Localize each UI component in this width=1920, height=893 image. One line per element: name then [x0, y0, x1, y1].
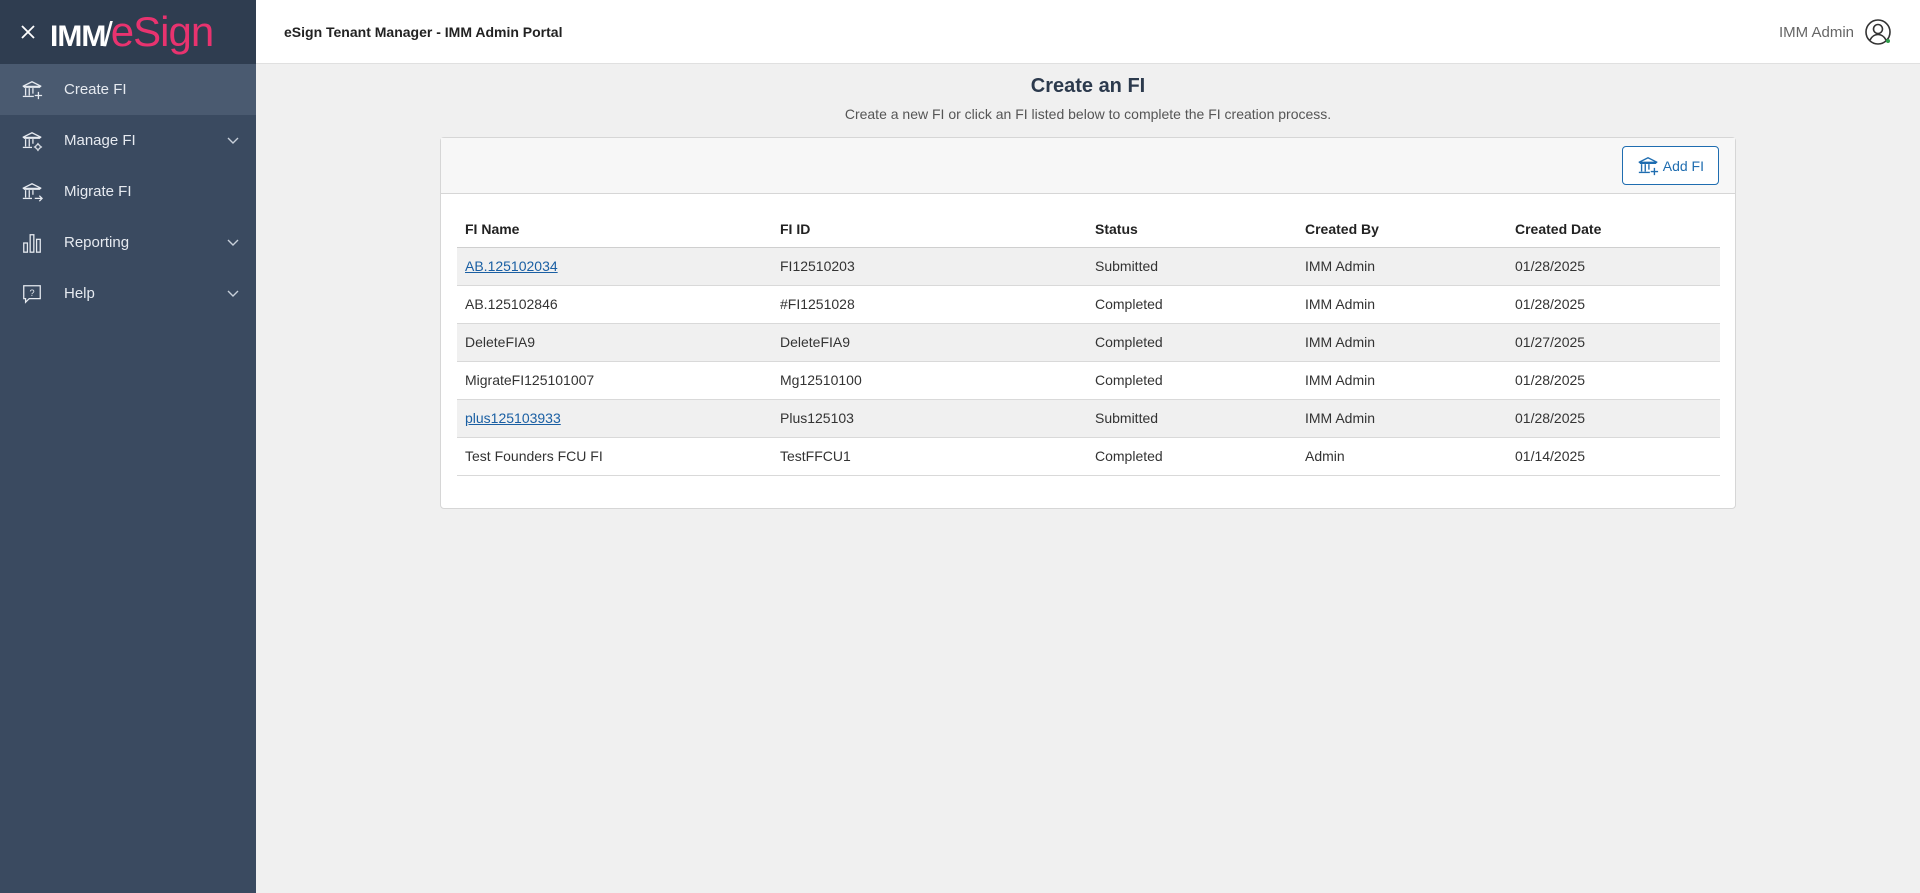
sidebar-item-label: Migrate FI [64, 183, 132, 200]
sidebar-item-label: Reporting [64, 234, 130, 251]
cell-created-by: IMM Admin [1297, 247, 1507, 286]
sidebar-item-label: Manage FI [64, 132, 136, 149]
logo: IMM / eSign [50, 8, 214, 56]
cell-created-by: IMM Admin [1297, 323, 1507, 362]
sidebar-item-reporting[interactable]: Reporting [0, 217, 256, 268]
main-content: Create an FI Create a new FI or click an… [256, 65, 1920, 893]
page-title: Create an FI [1030, 75, 1146, 97]
logo-esign: eSign [110, 8, 214, 55]
table-row[interactable]: AB.125102846 #FI1251028 Completed IMM Ad… [457, 285, 1720, 324]
fi-name-link[interactable]: AB.125102034 [465, 258, 558, 274]
cell-created-date: 01/28/2025 [1507, 247, 1720, 286]
sidebar-item-manage-fi[interactable]: Manage FI [0, 115, 256, 166]
cell-fi-id: Mg12510100 [772, 361, 1087, 400]
bank-add-icon [20, 78, 44, 102]
cell-fi-name: AB.125102846 [457, 285, 772, 324]
cell-created-date: 01/28/2025 [1507, 285, 1720, 324]
cell-created-date: 01/28/2025 [1507, 399, 1720, 438]
cell-created-by: IMM Admin [1297, 285, 1507, 324]
add-fi-button[interactable]: Add FI [1621, 146, 1719, 185]
bar-chart-icon [20, 231, 44, 255]
sidebar-item-label: Create FI [64, 81, 127, 98]
bank-migrate-icon [20, 180, 44, 204]
bank-settings-icon [20, 129, 44, 153]
app-title: eSign Tenant Manager - IMM Admin Portal [284, 23, 563, 40]
sidebar-item-create-fi[interactable]: Create FI [0, 64, 256, 115]
cell-fi-id: TestFFCU1 [772, 437, 1087, 476]
cell-created-by: IMM Admin [1297, 361, 1507, 400]
cell-status: Completed [1087, 437, 1297, 476]
bank-add-icon [1637, 155, 1659, 177]
cell-fi-id: #FI1251028 [772, 285, 1087, 324]
cell-fi-id: FI12510203 [772, 247, 1087, 286]
column-header-fi-name[interactable]: FI Name [457, 212, 772, 248]
column-header-created-by[interactable]: Created By [1297, 212, 1507, 248]
cell-status: Submitted [1087, 247, 1297, 286]
logo-imm: IMM [50, 20, 106, 53]
cell-created-by: Admin [1297, 437, 1507, 476]
cell-fi-name[interactable]: AB.125102034 [457, 247, 772, 286]
cell-fi-name: MigrateFI125101007 [457, 361, 772, 400]
sidebar-item-migrate-fi[interactable]: Migrate FI [0, 166, 256, 217]
card-toolbar: Add FI [441, 138, 1735, 194]
table-row[interactable]: AB.125102034 FI12510203 Submitted IMM Ad… [457, 247, 1720, 286]
cell-created-date: 01/27/2025 [1507, 323, 1720, 362]
cell-status: Completed [1087, 323, 1297, 362]
cell-status: Completed [1087, 361, 1297, 400]
sidebar-header: IMM / eSign [0, 0, 256, 64]
cell-status: Submitted [1087, 399, 1297, 438]
cell-fi-name: Test Founders FCU FI [457, 437, 772, 476]
top-bar: eSign Tenant Manager - IMM Admin Portal … [256, 0, 1920, 64]
close-icon [21, 25, 35, 39]
cell-created-date: 01/14/2025 [1507, 437, 1720, 476]
cell-status: Completed [1087, 285, 1297, 324]
column-header-created-date[interactable]: Created Date [1507, 212, 1720, 248]
table-row[interactable]: Test Founders FCU FI TestFFCU1 Completed… [457, 437, 1720, 476]
fi-name-link[interactable]: plus125103933 [465, 410, 561, 426]
table-row[interactable]: DeleteFIA9 DeleteFIA9 Completed IMM Admi… [457, 323, 1720, 362]
fi-list-card: Add FI FI Name FI ID Status Created By C… [440, 137, 1736, 509]
fi-table: FI Name FI ID Status Created By Created … [457, 212, 1720, 476]
cell-fi-id: DeleteFIA9 [772, 323, 1087, 362]
chevron-down-icon [227, 290, 239, 297]
table-header-row: FI Name FI ID Status Created By Created … [457, 212, 1720, 248]
sidebar-item-help[interactable]: ? Help [0, 268, 256, 319]
table-row[interactable]: MigrateFI125101007 Mg12510100 Completed … [457, 361, 1720, 400]
user-name: IMM Admin [1778, 23, 1854, 41]
column-header-status[interactable]: Status [1087, 212, 1297, 248]
column-header-fi-id[interactable]: FI ID [772, 212, 1087, 248]
svg-text:?: ? [29, 287, 34, 297]
user-menu[interactable]: IMM Admin [1779, 18, 1892, 46]
sidebar-item-label: Help [64, 285, 95, 302]
page-subtitle: Create a new FI or click an FI listed be… [844, 106, 1332, 122]
cell-fi-id: Plus125103 [772, 399, 1087, 438]
cell-fi-name: DeleteFIA9 [457, 323, 772, 362]
table-row[interactable]: plus125103933 Plus125103 Submitted IMM A… [457, 399, 1720, 438]
add-fi-label: Add FI [1662, 157, 1704, 174]
chevron-down-icon [227, 239, 239, 246]
cell-created-date: 01/28/2025 [1507, 361, 1720, 400]
cell-fi-name[interactable]: plus125103933 [457, 399, 772, 438]
user-avatar-icon [1865, 19, 1891, 45]
help-bubble-icon: ? [20, 282, 44, 306]
cell-created-by: IMM Admin [1297, 399, 1507, 438]
close-menu-button[interactable] [16, 20, 40, 44]
sidebar: IMM / eSign Create FI Manage FI Migrate … [0, 0, 256, 893]
chevron-down-icon [227, 137, 239, 144]
